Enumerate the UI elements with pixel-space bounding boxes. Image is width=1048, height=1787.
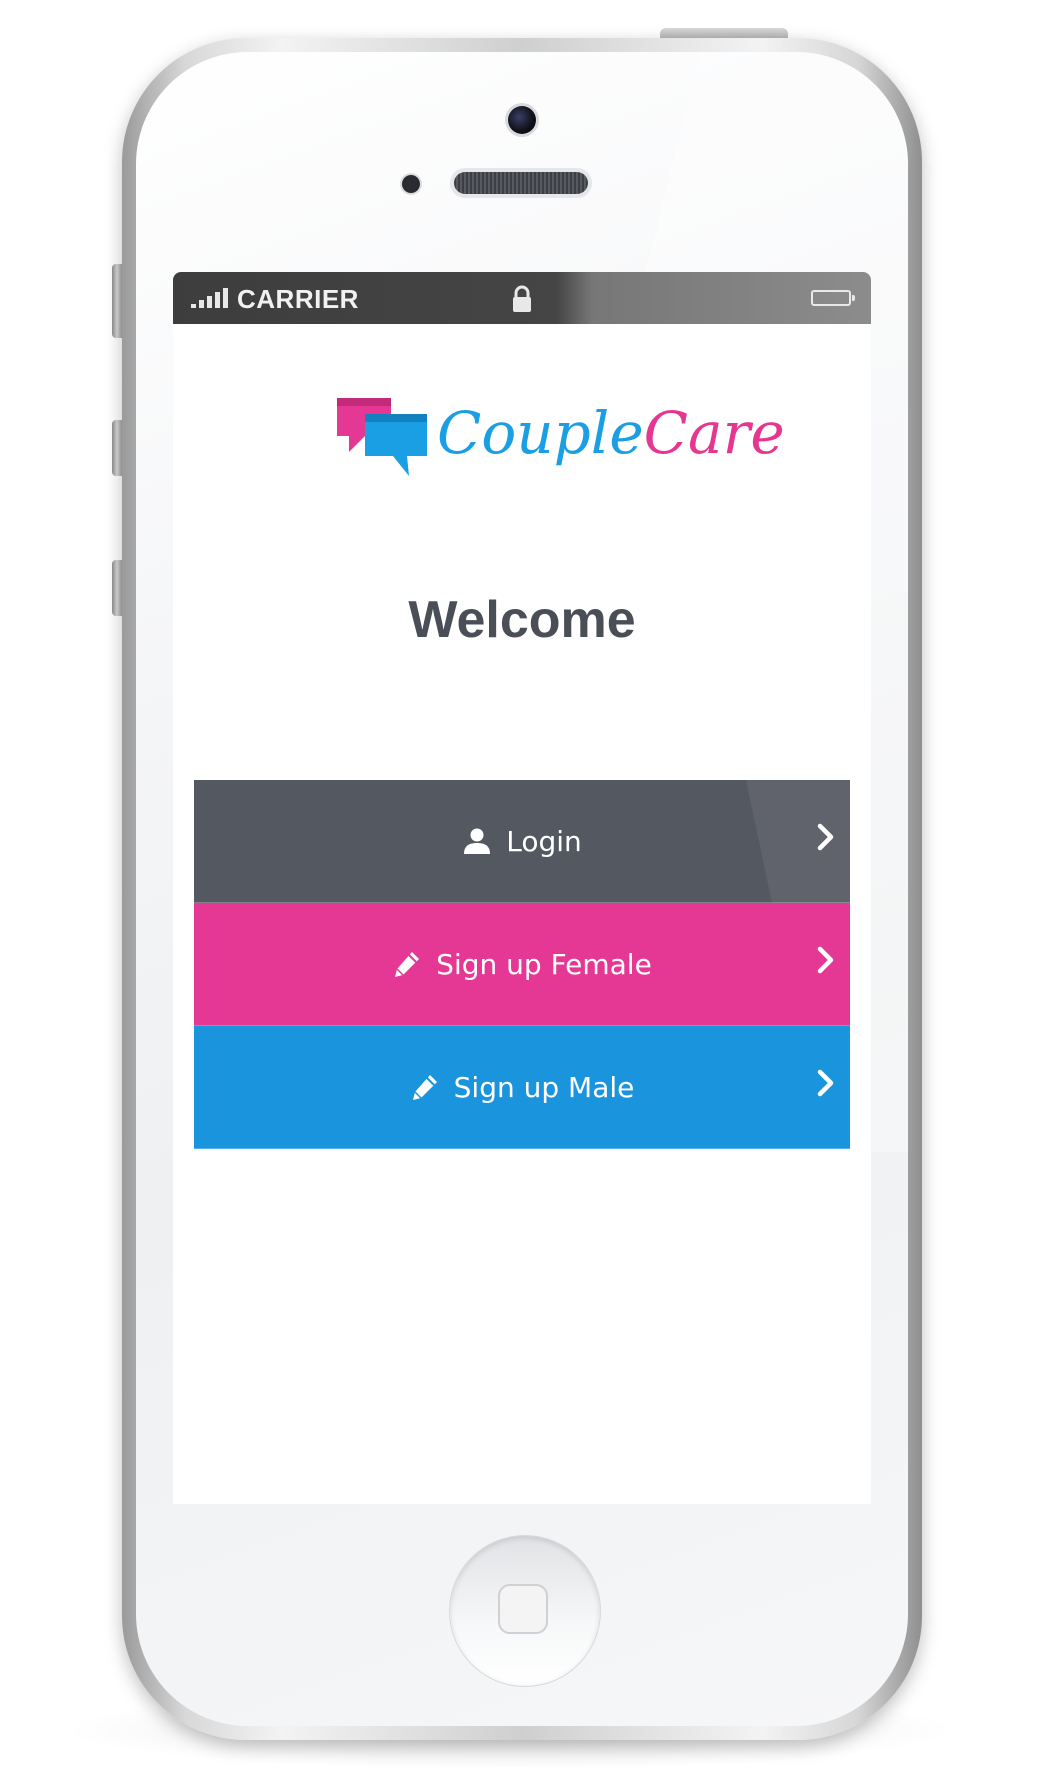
signup-female-button-content: Sign up Female [392, 948, 652, 981]
signup-male-button[interactable]: Sign up Male [194, 1026, 850, 1149]
proximity-sensor [402, 175, 420, 193]
app-logo: CoupleCare [335, 392, 785, 482]
stage: CARRIER CoupleCare Welcome Login Sign up… [0, 0, 1048, 1787]
pencil-icon [412, 1075, 437, 1100]
volume-up-button [112, 420, 122, 476]
mute-switch [112, 264, 122, 338]
signal-strength-icon [191, 288, 228, 308]
auth-menu: Login Sign up Female Sign up Male [194, 780, 850, 1149]
chevron-right-icon [817, 946, 834, 974]
pencil-icon [395, 952, 420, 977]
earpiece-speaker [454, 172, 588, 194]
status-bar: CARRIER [173, 272, 871, 324]
signup-male-button-label: Sign up Male [453, 1070, 635, 1104]
signup-male-button-content: Sign up Male [410, 1070, 635, 1104]
logo-word-couple: Couple [437, 399, 644, 467]
login-button-content: Login [462, 825, 582, 858]
logo-word-care: Care [643, 399, 785, 467]
signup-female-button[interactable]: Sign up Female [194, 903, 850, 1026]
lock-icon [513, 285, 531, 312]
home-button[interactable] [450, 1536, 600, 1686]
welcome-heading: Welcome [408, 591, 636, 649]
logo-wordmark: CoupleCare [437, 398, 785, 468]
login-button-label: Login [506, 824, 582, 858]
battery-icon [811, 290, 855, 306]
chevron-right-icon [817, 1069, 834, 1097]
chat-bubbles-logo-icon [337, 398, 427, 476]
front-camera [508, 106, 536, 134]
login-button[interactable]: Login [194, 780, 850, 903]
signup-female-button-label: Sign up Female [436, 947, 652, 981]
volume-down-button [112, 560, 122, 616]
home-square-icon [498, 1584, 548, 1634]
user-icon [464, 828, 491, 854]
app-screen: CARRIER CoupleCare Welcome Login Sign up… [173, 272, 871, 1504]
carrier-name: CARRIER [237, 284, 359, 314]
chevron-right-icon [817, 823, 834, 851]
